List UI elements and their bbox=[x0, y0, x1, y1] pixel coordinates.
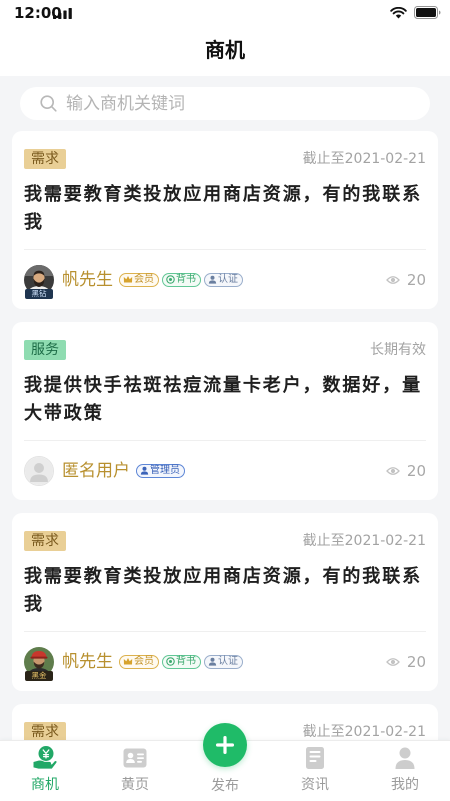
demand-tag: 需求 bbox=[24, 722, 66, 742]
member-badge: 会员 bbox=[119, 272, 159, 287]
top-bar: 12:00 商机 bbox=[0, 0, 450, 76]
verified-badge: 认证 bbox=[204, 654, 243, 669]
card-footer: 匿名用户 管理员 20 bbox=[24, 441, 426, 500]
card-footer: 黑钻 帆先生 会员 背书 认证 20 bbox=[24, 250, 426, 309]
opportunity-card[interactable]: 服务 长期有效 我提供快手祛斑祛痘流量卡老户，数据好，量大带政策 匿名用户 管理… bbox=[12, 322, 438, 500]
avatar[interactable]: 黑钻 bbox=[24, 264, 54, 299]
member-badge: 会员 bbox=[119, 654, 159, 669]
card-header: 需求 截止至2021-02-21 bbox=[24, 149, 426, 169]
opportunity-list[interactable]: 需求 截止至2021-02-21 我需要教育类投放应用商店资源，有的我联系我 黑… bbox=[0, 76, 450, 801]
card-title: 我需要教育类投放应用商店资源，有的我联系我 bbox=[24, 566, 422, 615]
view-count: 20 bbox=[386, 271, 426, 289]
nav-item-profile[interactable]: 我的 bbox=[360, 741, 450, 801]
opportunity-card[interactable]: 需求 截止至2021-02-21 我需要教育类投放应用商店资源，有的我联系我 黑… bbox=[12, 513, 438, 691]
user-icon bbox=[140, 466, 149, 475]
demand-tag: 需求 bbox=[24, 149, 66, 169]
view-count: 20 bbox=[386, 462, 426, 480]
nav-label: 资讯 bbox=[301, 777, 329, 793]
view-count: 20 bbox=[386, 653, 426, 671]
endorse-badge: 背书 bbox=[162, 272, 201, 287]
validity-text: 长期有效 bbox=[370, 342, 426, 358]
badge-label: 管理员 bbox=[150, 464, 180, 476]
eye-icon bbox=[386, 275, 400, 284]
card-title: 我需要教育类投放应用商店资源，有的我联系我 bbox=[24, 184, 422, 233]
username[interactable]: 帆先生 bbox=[62, 652, 113, 672]
user-icon bbox=[208, 657, 217, 666]
anonymous-avatar-icon bbox=[24, 455, 54, 486]
card-footer: 黑金 帆先生 会员 背书 认证 20 bbox=[24, 632, 426, 691]
eye-icon bbox=[386, 466, 400, 475]
endorse-icon bbox=[166, 275, 175, 284]
business-icon bbox=[33, 746, 57, 769]
badge-label: 会员 bbox=[134, 273, 154, 285]
username[interactable]: 匿名用户 bbox=[62, 461, 130, 481]
signal-icon bbox=[53, 8, 72, 19]
eye-icon bbox=[386, 657, 400, 666]
deadline-text: 截止至2021-02-21 bbox=[302, 533, 426, 549]
badge-label: 认证 bbox=[218, 273, 238, 285]
crown-icon bbox=[123, 658, 133, 665]
deadline-text: 截止至2021-02-21 bbox=[302, 151, 426, 167]
level-badge: 黑金 bbox=[25, 670, 53, 681]
badge-label: 背书 bbox=[176, 655, 196, 667]
nav-label: 商机 bbox=[31, 777, 59, 793]
nav-label: 发布 bbox=[211, 778, 239, 794]
opportunity-card[interactable]: 需求 截止至2021-02-21 我需要教育类投放应用商店资源，有的我联系我 黑… bbox=[12, 131, 438, 309]
view-number: 20 bbox=[406, 652, 426, 671]
plus-icon bbox=[216, 736, 234, 754]
crown-icon bbox=[123, 276, 133, 283]
search-input[interactable] bbox=[66, 88, 396, 119]
nav-label: 黄页 bbox=[121, 777, 149, 793]
admin-badge: 管理员 bbox=[136, 463, 185, 478]
nav-item-business[interactable]: 商机 bbox=[0, 741, 90, 801]
nav-item-yellow-pages[interactable]: 黄页 bbox=[90, 741, 180, 801]
nav-item-publish[interactable]: 发布 bbox=[180, 723, 270, 801]
level-badge: 黑钻 bbox=[25, 288, 53, 299]
profile-icon bbox=[395, 747, 415, 769]
bottom-nav: 商机 黄页 发布 资讯 我的 bbox=[0, 723, 450, 801]
view-number: 20 bbox=[406, 270, 426, 289]
nav-label: 我的 bbox=[391, 777, 419, 793]
endorse-badge: 背书 bbox=[162, 654, 201, 669]
username[interactable]: 帆先生 bbox=[62, 270, 113, 290]
badge-label: 认证 bbox=[218, 655, 238, 667]
card-header: 需求 截止至2021-02-21 bbox=[24, 531, 426, 551]
view-number: 20 bbox=[406, 461, 426, 480]
publish-button[interactable] bbox=[203, 723, 247, 767]
news-icon bbox=[306, 747, 324, 769]
battery-icon bbox=[414, 6, 441, 19]
search-bar[interactable] bbox=[20, 87, 430, 120]
badge-label: 会员 bbox=[134, 655, 154, 667]
deadline-text: 截止至2021-02-21 bbox=[302, 724, 426, 740]
user-icon bbox=[208, 275, 217, 284]
nav-item-news[interactable]: 资讯 bbox=[270, 741, 360, 801]
badge-label: 背书 bbox=[176, 273, 196, 285]
wifi-icon bbox=[390, 7, 407, 19]
avatar[interactable] bbox=[24, 455, 54, 486]
contacts-card-icon bbox=[123, 748, 147, 768]
card-title: 我提供快手祛斑祛痘流量卡老户，数据好，量大带政策 bbox=[24, 375, 422, 424]
card-header: 服务 长期有效 bbox=[24, 340, 426, 360]
search-icon bbox=[40, 95, 57, 112]
verified-badge: 认证 bbox=[204, 272, 243, 287]
avatar[interactable]: 黑金 bbox=[24, 646, 54, 681]
service-tag: 服务 bbox=[24, 340, 66, 360]
endorse-icon bbox=[166, 657, 175, 666]
page-title: 商机 bbox=[205, 38, 245, 62]
demand-tag: 需求 bbox=[24, 531, 66, 551]
